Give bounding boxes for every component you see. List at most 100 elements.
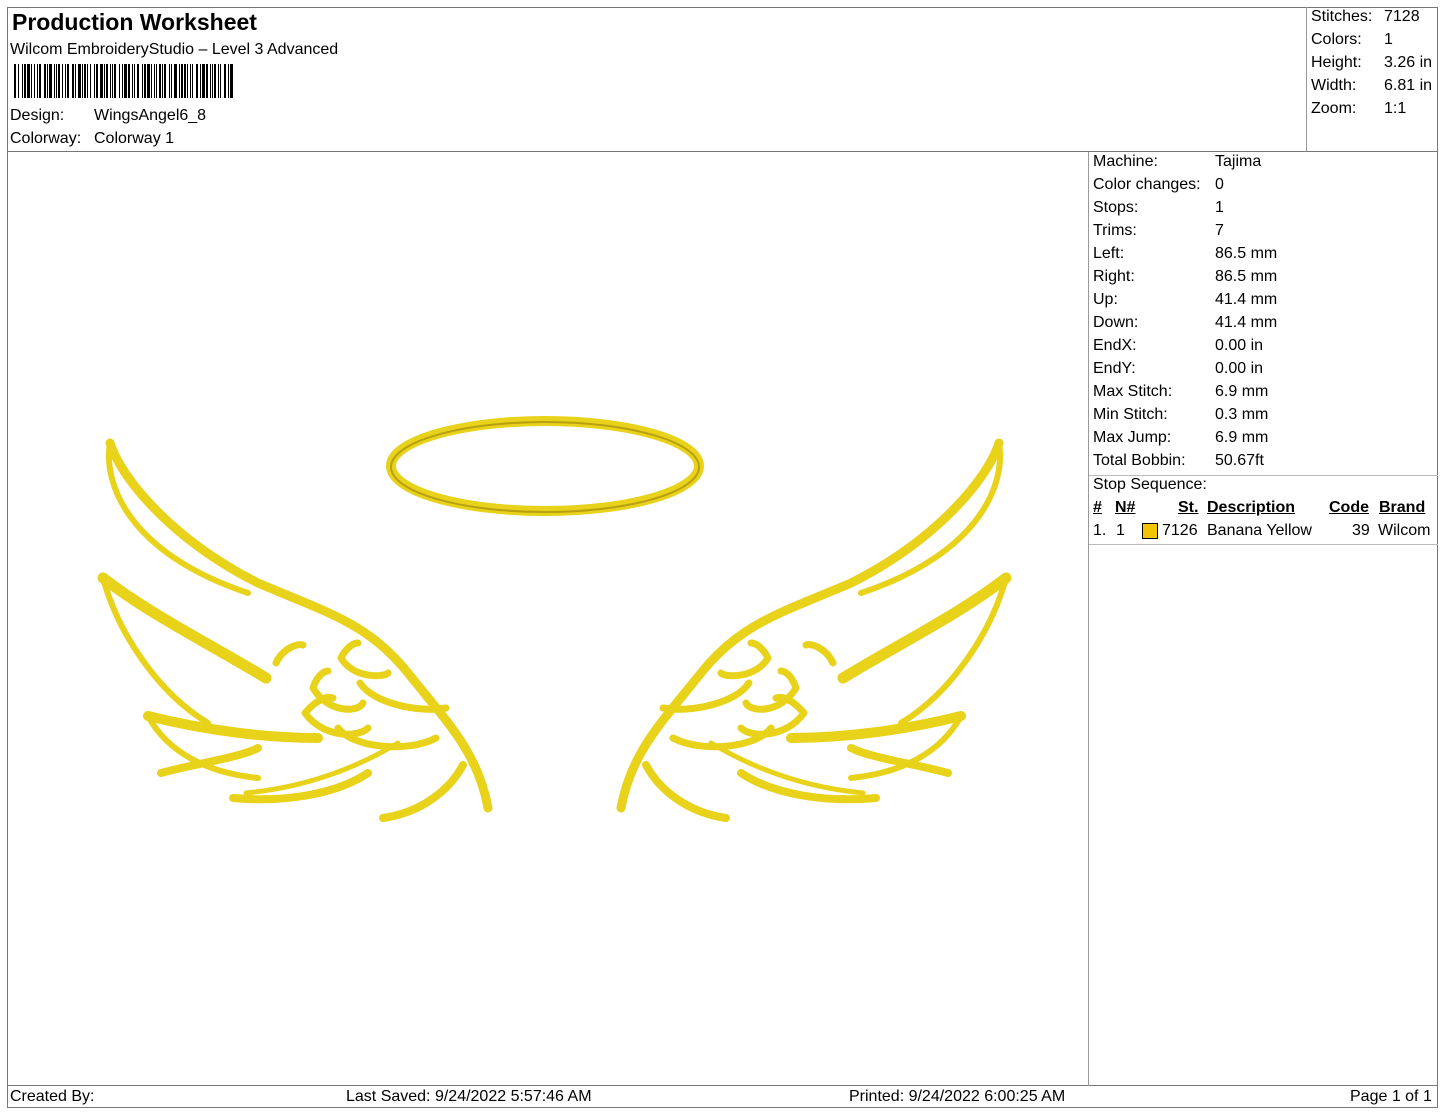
barcode-bar bbox=[228, 64, 229, 98]
barcode-bar bbox=[174, 64, 177, 98]
created-by: Created By: bbox=[10, 1088, 95, 1105]
info-label-color-changes: Color changes: bbox=[1093, 176, 1201, 193]
barcode-bar bbox=[212, 64, 213, 98]
info-label-endx: EndX: bbox=[1093, 337, 1137, 354]
info-label-endy: EndY: bbox=[1093, 360, 1136, 377]
right-wing bbox=[616, 438, 1012, 822]
barcode-bar bbox=[75, 64, 76, 98]
barcode-bar bbox=[18, 64, 19, 98]
design-preview bbox=[97, 416, 1012, 822]
info-label-min-stitch: Min Stitch: bbox=[1093, 406, 1168, 423]
row-stitches: 7126 bbox=[1162, 522, 1198, 539]
barcode-bar bbox=[164, 64, 166, 98]
info-label-machine: Machine: bbox=[1093, 153, 1158, 170]
stop-sequence-title: Stop Sequence: bbox=[1093, 476, 1207, 493]
info-label-left: Left: bbox=[1093, 245, 1125, 262]
info-value-min-stitch: 0.3 mm bbox=[1215, 406, 1269, 423]
barcode-bar bbox=[96, 64, 98, 98]
barcode-bar bbox=[179, 64, 180, 98]
info-value-color-changes: 0 bbox=[1215, 176, 1224, 193]
barcode-bar bbox=[200, 64, 201, 98]
info-label-stops: Stops: bbox=[1093, 199, 1139, 216]
info-value-endx: 0.00 in bbox=[1215, 337, 1264, 354]
colorway-value: Colorway 1 bbox=[94, 130, 175, 147]
zoom-label: Zoom: bbox=[1311, 100, 1357, 117]
barcode-bar bbox=[110, 64, 111, 98]
stop-table-bottom-divider bbox=[1089, 544, 1438, 545]
barcode-bar bbox=[87, 64, 88, 98]
barcode-bar bbox=[147, 64, 150, 98]
row-brand: Wilcom bbox=[1378, 522, 1431, 539]
barcode-bar bbox=[142, 64, 143, 98]
barcode-bar bbox=[65, 64, 66, 98]
barcode-bar bbox=[134, 64, 135, 98]
info-value-up: 41.4 mm bbox=[1215, 291, 1278, 308]
barcode-bar bbox=[156, 64, 157, 98]
barcode-bar bbox=[82, 64, 83, 98]
info-label-max-jump: Max Jump: bbox=[1093, 429, 1172, 446]
colors-value: 1 bbox=[1384, 31, 1393, 48]
info-value-down: 41.4 mm bbox=[1215, 314, 1278, 331]
colorway-label: Colorway: bbox=[10, 130, 82, 147]
column-header-code: Code bbox=[1329, 499, 1369, 516]
barcode-bar bbox=[162, 64, 163, 98]
info-panel-divider bbox=[1088, 152, 1089, 1086]
height-value: 3.26 in bbox=[1384, 54, 1433, 71]
barcode-bar bbox=[151, 64, 152, 98]
barcode-bar bbox=[90, 64, 91, 98]
barcode-bar bbox=[47, 64, 48, 98]
info-label-down: Down: bbox=[1093, 314, 1139, 331]
barcode-bar bbox=[106, 64, 108, 98]
barcode-bar bbox=[14, 64, 16, 98]
barcode-bar bbox=[210, 64, 211, 98]
barcode-bar bbox=[31, 64, 32, 98]
info-value-stops: 1 bbox=[1215, 199, 1224, 216]
design-label: Design: bbox=[10, 107, 65, 124]
barcode-bar bbox=[192, 64, 193, 98]
barcode-bar bbox=[58, 64, 60, 98]
barcode-bar bbox=[94, 64, 95, 98]
info-label-max-stitch: Max Stitch: bbox=[1093, 383, 1173, 400]
barcode-bar bbox=[104, 64, 105, 98]
barcode-bar bbox=[181, 64, 183, 98]
barcode-bar bbox=[220, 64, 221, 98]
barcode-bar bbox=[196, 64, 198, 98]
barcode-bar bbox=[22, 64, 23, 98]
design-value: WingsAngel6_8 bbox=[94, 107, 207, 124]
info-value-max-jump: 6.9 mm bbox=[1215, 429, 1269, 446]
barcode-bar bbox=[84, 64, 86, 98]
barcode-bar bbox=[37, 64, 38, 98]
info-label-right: Right: bbox=[1093, 268, 1135, 285]
halo-shadow bbox=[390, 421, 700, 513]
barcode-bar bbox=[72, 64, 74, 98]
row-needle: 1 bbox=[1116, 522, 1125, 539]
barcode-bar bbox=[224, 64, 226, 98]
info-label-up: Up: bbox=[1093, 291, 1118, 308]
barcode-bar bbox=[124, 64, 127, 98]
barcode-bar bbox=[128, 64, 130, 98]
barcode-bar bbox=[114, 64, 116, 98]
column-header-stitches: St. bbox=[1178, 499, 1199, 516]
barcode-bar bbox=[214, 64, 216, 98]
barcode-bar bbox=[27, 64, 30, 98]
barcode-bar bbox=[44, 64, 46, 98]
info-value-machine: Tajima bbox=[1215, 153, 1262, 170]
info-value-endy: 0.00 in bbox=[1215, 360, 1264, 377]
width-label: Width: bbox=[1311, 77, 1357, 94]
barcode-bar bbox=[218, 64, 219, 98]
barcode-bar bbox=[132, 64, 133, 98]
barcode-bar bbox=[206, 64, 208, 98]
barcode-bar bbox=[171, 64, 172, 98]
barcode-bar bbox=[34, 64, 35, 98]
width-value: 6.81 in bbox=[1384, 77, 1433, 94]
barcode-bar bbox=[54, 64, 55, 98]
barcode-bar bbox=[78, 64, 81, 98]
info-value-trims: 7 bbox=[1215, 222, 1224, 239]
info-label-total-bobbin: Total Bobbin: bbox=[1093, 452, 1186, 469]
barcode-bar bbox=[202, 64, 205, 98]
barcode-bar bbox=[112, 64, 113, 98]
barcode-bar bbox=[62, 64, 63, 98]
row-index: 1. bbox=[1093, 522, 1107, 539]
barcode-bar bbox=[187, 64, 188, 98]
barcode-bar bbox=[154, 64, 155, 98]
